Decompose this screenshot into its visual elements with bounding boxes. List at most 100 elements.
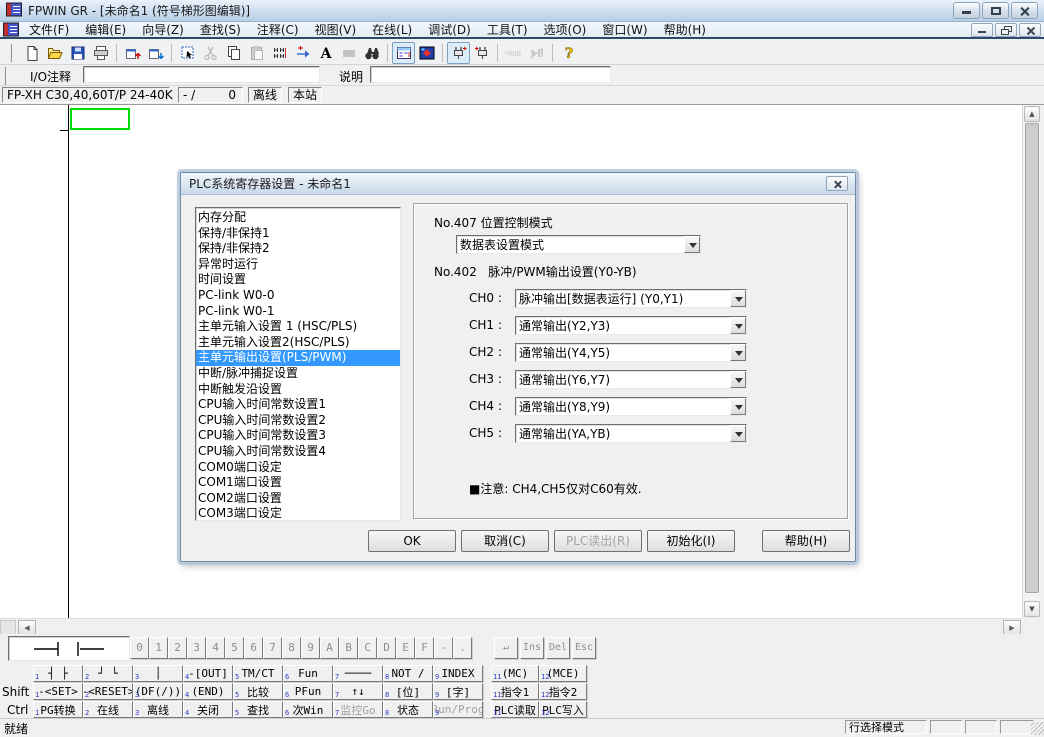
fkey-shift-f12[interactable]: 12指令2 [539,683,587,700]
scroll-down-icon[interactable]: ▼ [1024,601,1040,617]
menu-item-h[interactable]: 帮助(H) [656,22,714,38]
offline-edit-button[interactable] [470,42,493,64]
fkey-shift-f7[interactable]: 7↑↓ [333,683,383,700]
new-file-button[interactable] [20,42,43,64]
fkey-f1[interactable]: 1┤ ├ [33,665,83,682]
vertical-scroll-thumb[interactable] [1025,123,1039,593]
scroll-up-icon[interactable]: ▲ [1024,106,1040,122]
register-list-item[interactable]: 主单元输出设置(PLS/PWM) [196,350,400,366]
save-file-button[interactable] [66,42,89,64]
fkey-ctrl-f4[interactable]: 4关闭 [183,701,233,718]
fkey-shift-f11[interactable]: 11指令1 [491,683,539,700]
splitter-box[interactable] [0,620,16,635]
mdi-close-button[interactable] [1019,23,1041,37]
register-list-item[interactable]: 异常时运行 [196,257,400,273]
register-list-item[interactable]: CPU输入时间常数设置4 [196,444,400,460]
fkey-f5[interactable]: 5TM/CT [233,665,283,682]
register-list-item[interactable]: 中断/脉冲捕捉设置 [196,366,400,382]
fkey-ctrl-f6[interactable]: 6次Win [283,701,333,718]
register-list-item[interactable]: 保持/非保持1 [196,226,400,242]
chevron-down-icon[interactable] [730,290,746,307]
fkey-ctrl-f5[interactable]: 5查找 [233,701,283,718]
mdi-minimize-button[interactable] [971,23,993,37]
register-list-item[interactable]: CPU输入时间常数设置1 [196,397,400,413]
fkey-f6[interactable]: 6Fun [283,665,333,682]
fkey-f2[interactable]: 2┘ └ [83,665,133,682]
fkey-shift-f8[interactable]: 8[位] [383,683,433,700]
close-button[interactable] [1011,2,1038,19]
fkey-f7[interactable]: 7──── [333,665,383,682]
fkey-shift-f3[interactable]: 3(DF(/)) [133,683,183,700]
description-input[interactable] [370,66,611,83]
mdi-restore-button[interactable] [995,23,1017,37]
register-list-item[interactable]: 保持/非保持2 [196,241,400,257]
ch0-output-select[interactable]: 脉冲输出[数据表运行] (Y0,Y1) [515,289,747,308]
online-edit-button[interactable] [447,42,470,64]
fkey-ctrl-f8[interactable]: 8状态 [383,701,433,718]
jump-step-button[interactable] [291,42,314,64]
fkey-f12[interactable]: 12(MCE) [539,665,587,682]
find-button[interactable] [360,42,383,64]
menu-item-l[interactable]: 在线(L) [364,22,420,38]
menu-item-c[interactable]: 注释(C) [249,22,307,38]
menu-item-t[interactable]: 工具(T) [479,22,536,38]
scroll-left-icon[interactable]: ◀ [18,620,36,635]
fkey-f9[interactable]: 9INDEX [433,665,483,682]
chevron-down-icon[interactable] [730,317,746,334]
register-list-item[interactable]: CPU输入时间常数设置2 [196,413,400,429]
register-list-item[interactable]: 主单元输入设置2(HSC/PLS) [196,335,400,351]
chevron-down-icon[interactable] [730,371,746,388]
maximize-button[interactable] [982,2,1009,19]
scroll-right-icon[interactable]: ▶ [1003,620,1021,635]
text-comment-button[interactable]: A [314,42,337,64]
fkey-f11[interactable]: 11(MC) [491,665,539,682]
register-list-item[interactable]: COM2端口设置 [196,491,400,507]
ladder-monitor-button[interactable] [392,42,415,64]
screen-display-button[interactable] [415,42,438,64]
register-list-item[interactable]: CPU输入时间常数设置3 [196,428,400,444]
initialize-button[interactable]: 初始化(I) [647,530,735,552]
chevron-down-icon[interactable] [730,398,746,415]
register-list-item[interactable]: PC-link W0-0 [196,288,400,304]
fkey-ctrl-f2[interactable]: 2在线 [83,701,133,718]
menu-item-e[interactable]: 编辑(E) [77,22,134,38]
ch4-output-select[interactable]: 通常输出(Y8,Y9) [515,397,747,416]
vertical-scrollbar[interactable]: ▲ ▼ [1022,105,1040,618]
fkey-shift-f5[interactable]: 5比较 [233,683,283,700]
register-list-item[interactable]: 主单元输入设置 1 (HSC/PLS) [196,319,400,335]
chevron-down-icon[interactable] [684,236,700,253]
ch1-output-select[interactable]: 通常输出(Y2,Y3) [515,316,747,335]
ok-button[interactable]: OK [368,530,456,552]
menu-item-o[interactable]: 选项(O) [536,22,595,38]
fkey-shift-f6[interactable]: 6PFun [283,683,333,700]
fkey-f4[interactable]: 4-[OUT] [183,665,233,682]
fkey-f8[interactable]: 8NOT / [383,665,433,682]
ch3-output-select[interactable]: 通常输出(Y6,Y7) [515,370,747,389]
resize-grip[interactable] [1031,722,1044,735]
menu-item-s[interactable]: 查找(S) [192,22,249,38]
register-list-item[interactable]: COM1端口设置 [196,475,400,491]
fkey-ctrl-f3[interactable]: 3离线 [133,701,183,718]
fkey-ctrl-f11[interactable]: 11PLC读取 [491,701,539,718]
menu-item-v[interactable]: 视图(V) [307,22,365,38]
help-button[interactable]: ? [557,42,580,64]
register-list-item[interactable]: 内存分配 [196,210,400,226]
print-button[interactable] [89,42,112,64]
register-list-item[interactable]: 时间设置 [196,272,400,288]
io-comment-input[interactable] [83,66,320,83]
register-category-list[interactable]: 内存分配保持/非保持1保持/非保持2异常时运行时间设置PC-link W0-0P… [195,207,401,521]
program-upload-button[interactable] [121,42,144,64]
select-window-button[interactable] [176,42,199,64]
open-file-button[interactable] [43,42,66,64]
copy-button[interactable] [222,42,245,64]
help-button[interactable]: 帮助(H) [762,530,850,552]
cancel-button[interactable]: 取消(C) [461,530,549,552]
program-download-button[interactable] [144,42,167,64]
fkey-ctrl-f1[interactable]: 1PG转换 [33,701,83,718]
fkey-shift-f9[interactable]: 9[字] [433,683,483,700]
menu-item-w[interactable]: 窗口(W) [594,22,655,38]
fkey-shift-f4[interactable]: 4(END) [183,683,233,700]
position-control-mode-select[interactable]: 数据表设置模式 [456,235,701,254]
minimize-button[interactable] [953,2,980,19]
dialog-close-button[interactable] [826,176,848,191]
